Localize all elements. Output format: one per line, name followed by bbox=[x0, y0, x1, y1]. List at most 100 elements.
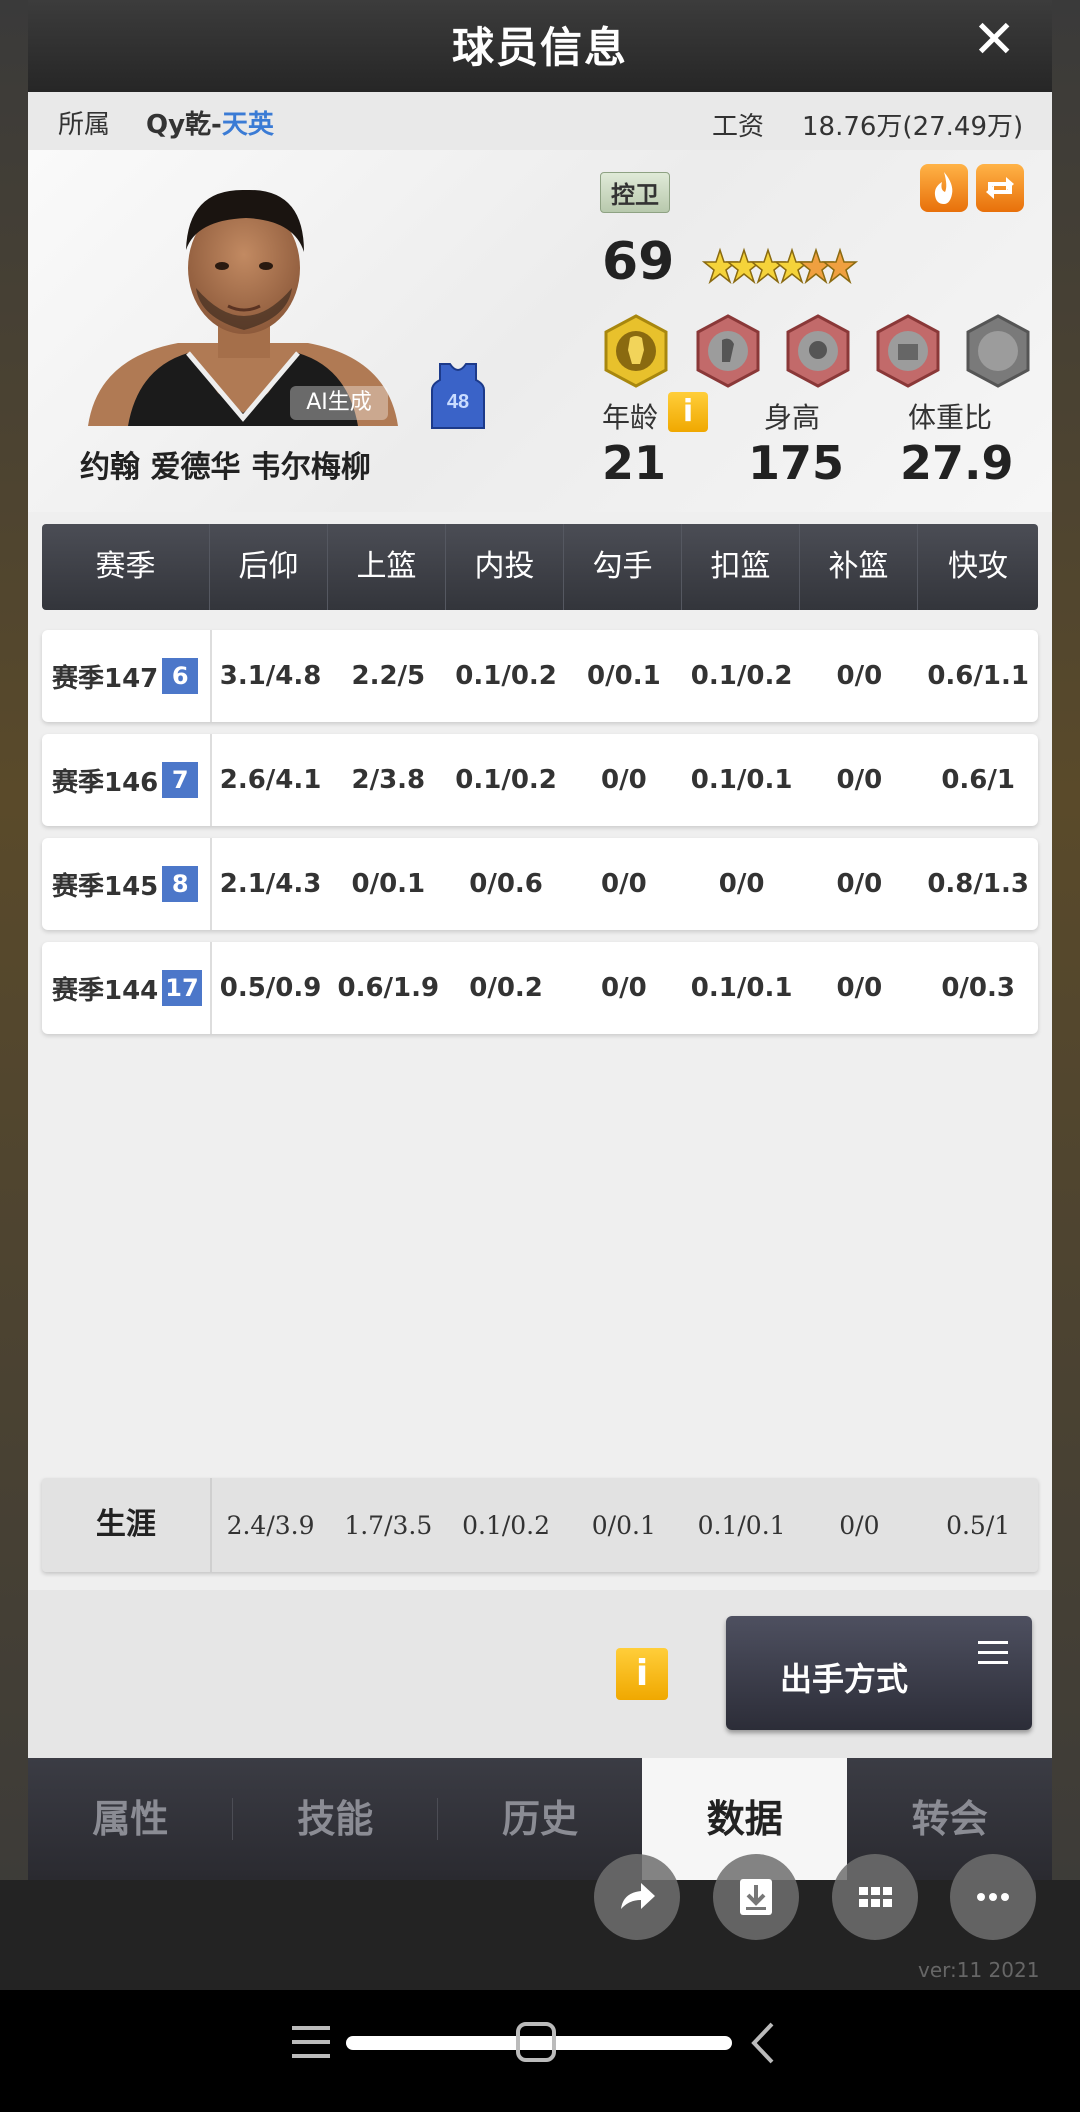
stat-cell: 0.1/0.2 bbox=[455, 765, 557, 795]
shot-type-button[interactable]: 出手方式 bbox=[726, 1616, 1032, 1730]
header-dunk: 扣篮 bbox=[682, 524, 800, 610]
season-label: 赛季147 bbox=[52, 663, 159, 694]
download-button[interactable] bbox=[713, 1854, 799, 1940]
career-cell: 0/0 bbox=[839, 1510, 880, 1540]
header-putback: 补篮 bbox=[800, 524, 918, 610]
career-row: 生涯 2.4/3.9 1.7/3.5 0.1/0.2 0/0.1 0.1/0.1… bbox=[42, 1478, 1038, 1572]
career-cell: 0/0.1 bbox=[591, 1510, 656, 1540]
club-sub: 天英 bbox=[221, 110, 274, 140]
stat-cell: 0/0 bbox=[601, 869, 647, 899]
info-icon[interactable]: i bbox=[668, 392, 708, 432]
header-hook: 勾手 bbox=[564, 524, 682, 610]
tab-skills[interactable]: 技能 bbox=[233, 1758, 438, 1880]
stat-cell: 0/0 bbox=[836, 661, 883, 691]
stat-cell: 0/0.1 bbox=[587, 661, 661, 691]
more-icon bbox=[977, 1893, 1009, 1901]
stat-cell: 3.1/4.8 bbox=[219, 661, 322, 691]
fire-icon[interactable] bbox=[920, 164, 968, 212]
club-main: Qy乾- bbox=[146, 110, 222, 140]
apps-button[interactable] bbox=[832, 1854, 918, 1940]
share-icon bbox=[621, 1883, 655, 1909]
season-label: 赛季144 bbox=[52, 975, 159, 1006]
season-row[interactable]: 赛季144 17 0.5/0.9 0.6/1.9 0/0.2 0/0 0.1/0.… bbox=[42, 942, 1038, 1034]
header-layup: 上篮 bbox=[328, 524, 446, 610]
header-fadeaway: 后仰 bbox=[210, 524, 328, 610]
season-cell: 赛季144 17 bbox=[42, 942, 212, 1034]
stat-cell: 0/0 bbox=[836, 973, 883, 1003]
background-strip-right bbox=[1052, 0, 1080, 1990]
recents-icon[interactable] bbox=[290, 2022, 332, 2062]
stat-cell: 0/0 bbox=[718, 869, 765, 899]
stats-panel: 赛季 后仰 上篮 内投 勾手 扣篮 补篮 快攻 赛季147 6 3.1/4.8 2… bbox=[28, 512, 1052, 1590]
version-text: ver:11 2021 bbox=[918, 1958, 1040, 1982]
career-cell: 1.7/3.5 bbox=[344, 1510, 433, 1540]
stat-cell: 0.6/1.9 bbox=[337, 973, 440, 1003]
stat-cell: 0.1/0.2 bbox=[455, 661, 557, 691]
stat-cell: 0/0 bbox=[836, 869, 883, 899]
skill-badges bbox=[604, 314, 1030, 388]
stat-cell: 0.8/1.3 bbox=[927, 869, 1029, 899]
season-rank-badge: 7 bbox=[162, 762, 199, 798]
jersey-number: 48 bbox=[447, 391, 469, 413]
weight-ratio-value: 27.9 bbox=[900, 436, 1014, 490]
stat-cell: 0.6/1.1 bbox=[927, 661, 1029, 691]
wage-label: 工资 bbox=[712, 112, 765, 142]
height-label: 身高 bbox=[764, 401, 821, 434]
career-cell: 0.1/0.2 bbox=[462, 1510, 551, 1540]
stat-cell: 0.6/1 bbox=[941, 765, 1015, 795]
share-button[interactable] bbox=[594, 1854, 680, 1940]
download-icon bbox=[740, 1879, 772, 1915]
season-cell: 赛季145 8 bbox=[42, 838, 212, 930]
weight-ratio-label: 体重比 bbox=[908, 401, 993, 434]
header-season: 赛季 bbox=[42, 524, 210, 610]
stat-cell: 0.1/0.1 bbox=[690, 973, 793, 1003]
career-cell: 0.1/0.1 bbox=[697, 1510, 786, 1540]
season-row[interactable]: 赛季147 6 3.1/4.8 2.2/5 0.1/0.2 0/0.1 0.1/0… bbox=[42, 630, 1038, 722]
stat-cell: 0/0.1 bbox=[351, 869, 426, 899]
career-cell: 0.5/1 bbox=[946, 1510, 1011, 1540]
age-value: 21 bbox=[602, 436, 667, 490]
season-rank-badge: 17 bbox=[162, 970, 202, 1006]
badge-red-2-icon bbox=[786, 314, 850, 388]
season-cell: 赛季147 6 bbox=[42, 630, 212, 722]
club-name[interactable]: Qy乾-天英 bbox=[146, 104, 274, 141]
wage-value: 18.76万(27.49万) bbox=[802, 112, 1024, 142]
badge-gold-icon bbox=[604, 314, 668, 388]
tab-attributes[interactable]: 属性 bbox=[28, 1758, 233, 1880]
info-icon[interactable]: i bbox=[616, 1648, 668, 1700]
more-button[interactable] bbox=[950, 1854, 1036, 1940]
stat-cell: 0/0.2 bbox=[469, 973, 543, 1003]
badge-red-3-icon bbox=[876, 314, 940, 388]
season-cell: 赛季146 7 bbox=[42, 734, 212, 826]
refresh-icon[interactable] bbox=[976, 164, 1024, 212]
stat-cell: 2.1/4.3 bbox=[219, 869, 322, 899]
header-inside-shot: 内投 bbox=[446, 524, 564, 610]
back-icon[interactable] bbox=[746, 2020, 780, 2066]
stat-cell: 0.1/0.2 bbox=[690, 661, 793, 691]
career-label: 生涯 bbox=[42, 1478, 212, 1572]
season-rank-badge: 8 bbox=[162, 866, 199, 902]
affiliation-label: 所属 bbox=[58, 110, 111, 140]
stat-cell: 0/0 bbox=[601, 973, 647, 1003]
panel-footer: i 出手方式 bbox=[28, 1590, 1052, 1758]
season-label: 赛季145 bbox=[52, 871, 159, 902]
season-row[interactable]: 赛季145 8 2.1/4.3 0/0.1 0/0.6 0/0 0/0 0/0 0… bbox=[42, 838, 1038, 930]
stat-cell: 0.5/0.9 bbox=[219, 973, 322, 1003]
rating-stars bbox=[702, 247, 859, 285]
close-icon[interactable]: ✕ bbox=[972, 12, 1016, 68]
grid-icon bbox=[859, 1887, 892, 1907]
season-rank-badge: 6 bbox=[162, 658, 199, 694]
stat-cell: 2.2/5 bbox=[351, 661, 426, 691]
modal-title: 球员信息 bbox=[451, 23, 628, 72]
home-icon[interactable] bbox=[514, 2020, 558, 2064]
info-bar: 所属 Qy乾-天英 工资 18.76万(27.49万) bbox=[28, 92, 1052, 150]
badge-red-1-icon bbox=[696, 314, 760, 388]
position-badge: 控卫 bbox=[600, 172, 670, 213]
overall-rating: 69 bbox=[602, 232, 675, 292]
modal-header: 球员信息 ✕ bbox=[28, 0, 1052, 92]
stat-cell: 0/0.6 bbox=[469, 869, 543, 899]
stat-cell: 2/3.8 bbox=[351, 765, 426, 795]
ai-generated-watermark: AI生成 bbox=[290, 386, 388, 420]
season-row[interactable]: 赛季146 7 2.6/4.1 2/3.8 0.1/0.2 0/0 0.1/0.1… bbox=[42, 734, 1038, 826]
player-name: 约翰 爱德华 韦尔梅柳 bbox=[80, 450, 371, 485]
